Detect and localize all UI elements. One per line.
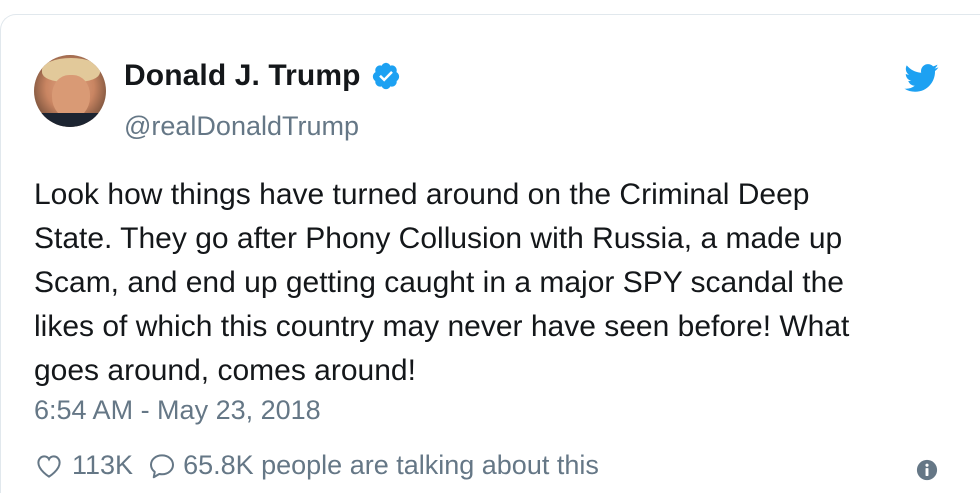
author-row: Donald J. Trump: [124, 59, 401, 93]
twitter-bird-icon[interactable]: [903, 60, 939, 96]
like-count[interactable]: 113K: [72, 450, 133, 481]
avatar-suit: [34, 113, 106, 127]
engagement-bar: 113K 65.8K people are talking about this: [34, 450, 599, 481]
avatar[interactable]: [34, 55, 106, 127]
author-name[interactable]: Donald J. Trump: [124, 59, 361, 93]
tweet-text: Look how things have turned around on th…: [34, 178, 850, 387]
tweet-card[interactable]: Donald J. Trump @realDonaldTrump Look ho…: [0, 14, 980, 493]
author-handle[interactable]: @realDonaldTrump: [124, 111, 359, 142]
talking-count[interactable]: 65.8K people are talking about this: [183, 450, 599, 481]
info-icon[interactable]: [916, 459, 938, 481]
speech-bubble-icon[interactable]: [147, 451, 177, 481]
heart-icon[interactable]: [34, 451, 64, 481]
tweet-timestamp[interactable]: 6:54 AM - May 23, 2018: [34, 395, 321, 426]
verified-badge-icon: [372, 62, 399, 90]
